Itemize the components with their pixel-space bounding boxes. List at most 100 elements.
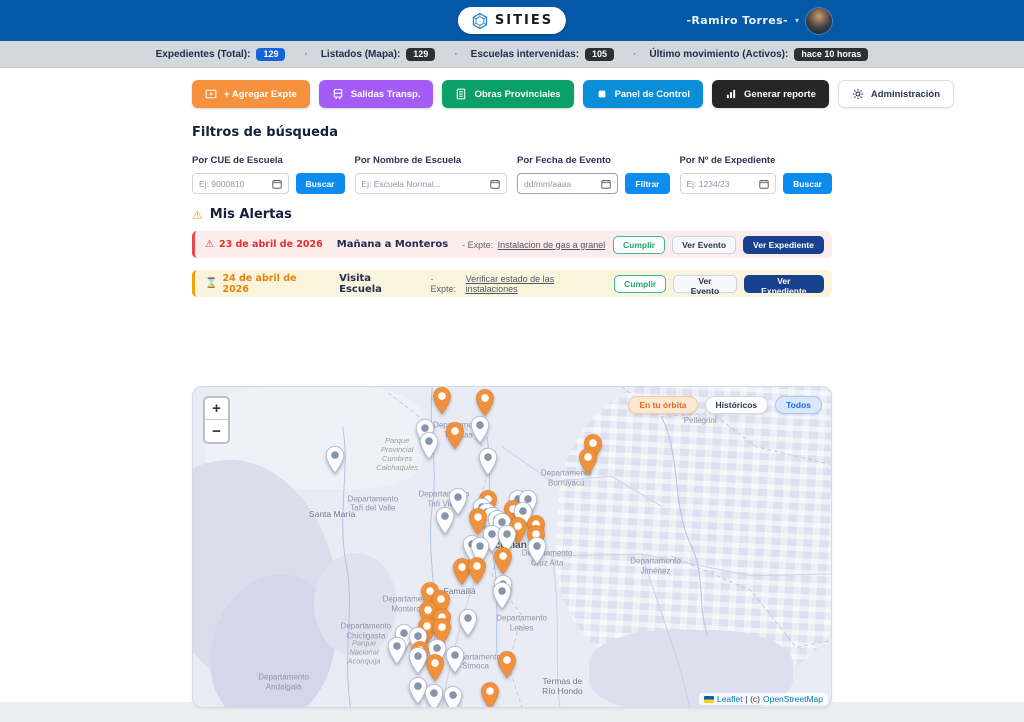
- action-label: + Agregar Expte: [224, 89, 297, 100]
- logo-text: SITIES: [495, 13, 553, 28]
- alert-expte-link[interactable]: Instalacion de gas a granel: [498, 240, 606, 250]
- alert-expte-link[interactable]: Verificar estado de las instalaciones: [466, 274, 608, 294]
- gear-icon: [852, 88, 864, 100]
- user-name: -Ramiro Torres-: [686, 14, 788, 27]
- map-marker-gray[interactable]: [424, 684, 444, 708]
- zoom-in-button[interactable]: +: [205, 398, 228, 420]
- alert-row: ⌛ 24 de abril de 2026 Visita Escuela - E…: [192, 270, 832, 297]
- map-marker-orange[interactable]: [497, 651, 517, 679]
- map-pill-todos[interactable]: Todos: [775, 396, 822, 414]
- zoom-out-button[interactable]: −: [205, 420, 228, 442]
- filter-input-text[interactable]: [362, 179, 491, 189]
- square-icon: [596, 88, 608, 100]
- ver-evento-button[interactable]: Ver Evento: [673, 275, 736, 293]
- stat-badge: 129: [256, 48, 285, 61]
- chevron-down-icon: ▾: [795, 16, 799, 25]
- sities-logo-icon: [471, 12, 489, 30]
- ukraine-flag-icon: [704, 696, 714, 703]
- user-menu[interactable]: -Ramiro Torres- ▾: [686, 0, 832, 41]
- stats-bar: Expedientes (Total): 129 Listados (Mapa)…: [0, 41, 1024, 68]
- alert-title: Mañana a Monteros: [337, 239, 448, 250]
- map-marker-gray[interactable]: [443, 685, 463, 708]
- action-generar-reporte[interactable]: Generar reporte: [712, 80, 829, 108]
- map-attribution: Leaflet | (c) OpenStreetMap: [699, 693, 828, 705]
- map-marker-orange[interactable]: [432, 387, 452, 415]
- stat-item: Último movimiento (Activos): hace 10 hor…: [649, 48, 868, 61]
- bus-icon: [332, 88, 344, 100]
- buscar-button[interactable]: Buscar: [296, 173, 345, 194]
- action-obras-provinciales[interactable]: Obras Provinciales: [442, 80, 573, 108]
- map[interactable]: PellegriniDepartamento TrancasDepartamen…: [192, 386, 832, 708]
- calendar-icon: [759, 179, 769, 189]
- calendar-icon: [272, 179, 282, 189]
- filter-field: Por CUE de Escuela Buscar: [192, 155, 345, 194]
- warning-icon: ⚠: [205, 239, 214, 250]
- calendar-icon: [490, 179, 500, 189]
- filter-input[interactable]: [517, 173, 618, 194]
- cumplir-button[interactable]: Cumplir: [613, 236, 665, 254]
- osm-link[interactable]: OpenStreetMap: [763, 694, 823, 704]
- filter-input[interactable]: [680, 173, 777, 194]
- alerts-title: ⚠ Mis Alertas: [192, 207, 292, 222]
- map-marker-gray[interactable]: [445, 646, 465, 674]
- action-salidas-transp[interactable]: Salidas Transp.: [319, 80, 434, 108]
- action-label: Generar reporte: [744, 89, 816, 100]
- cumplir-button[interactable]: Cumplir: [614, 275, 666, 293]
- filter-label: Por Nombre de Escuela: [355, 155, 508, 166]
- filter-input-text[interactable]: [687, 179, 760, 189]
- stat-item: Expedientes (Total): 129: [156, 48, 308, 61]
- filters-title: Filtros de búsqueda: [192, 125, 338, 140]
- map-marker-orange[interactable]: [467, 557, 487, 585]
- ver-expediente-button[interactable]: Ver Expediente: [743, 236, 824, 254]
- map-marker-orange[interactable]: [445, 421, 465, 449]
- actions-row: + Agregar Expte Salidas Transp. Obras Pr…: [192, 80, 832, 108]
- action-agregar-expte[interactable]: + Agregar Expte: [192, 80, 310, 108]
- filter-input[interactable]: [355, 173, 508, 194]
- filter-input[interactable]: [192, 173, 289, 194]
- logo[interactable]: SITIES: [458, 7, 566, 34]
- map-pill-hist-ricos[interactable]: Históricos: [705, 396, 769, 414]
- alert-expte-prefix: - Expte:: [462, 240, 493, 250]
- filter-input-text[interactable]: [199, 179, 272, 189]
- map-zoom-control: + −: [203, 396, 230, 444]
- folder-plus-icon: [205, 88, 217, 100]
- buscar-button[interactable]: Buscar: [783, 173, 832, 194]
- map-marker-gray[interactable]: [527, 537, 547, 565]
- map-marker-gray[interactable]: [478, 448, 498, 476]
- ver-expediente-button[interactable]: Ver Expediente: [744, 275, 824, 293]
- leaflet-link[interactable]: Leaflet: [717, 694, 743, 704]
- action-administraci-n[interactable]: Administración: [838, 80, 954, 108]
- ver-evento-button[interactable]: Ver Evento: [672, 236, 736, 254]
- alert-title: Visita Escuela: [339, 273, 416, 295]
- map-filter-pills: En tu órbita Históricos Todos: [628, 396, 822, 414]
- alert-expte-prefix: - Expte:: [430, 274, 461, 294]
- alerts-list: ⚠ 23 de abril de 2026 Mañana a Monteros …: [192, 231, 832, 297]
- map-marker-orange[interactable]: [578, 447, 598, 475]
- stat-item: Escuelas intervenidas: 105: [471, 48, 637, 61]
- header: SITIES -Ramiro Torres- ▾: [0, 0, 1024, 41]
- avatar[interactable]: [806, 8, 832, 34]
- filter-label: Por CUE de Escuela: [192, 155, 345, 166]
- map-marker-gray[interactable]: [325, 445, 345, 473]
- filtrar-button[interactable]: Filtrar: [625, 173, 669, 194]
- alert-row: ⚠ 23 de abril de 2026 Mañana a Monteros …: [192, 231, 832, 258]
- list-icon: [455, 88, 467, 100]
- map-marker-orange[interactable]: [475, 389, 495, 417]
- map-marker-gray[interactable]: [435, 507, 455, 535]
- stat-item: Listados (Mapa): 129: [321, 48, 458, 61]
- map-marker-gray[interactable]: [419, 432, 439, 460]
- map-marker-orange[interactable]: [480, 682, 500, 708]
- map-marker-gray[interactable]: [387, 637, 407, 665]
- map-marker-gray[interactable]: [458, 609, 478, 637]
- alert-date: 23 de abril de 2026: [219, 239, 323, 250]
- map-marker-orange[interactable]: [493, 547, 513, 575]
- map-marker-orange[interactable]: [425, 654, 445, 682]
- filter-input-text[interactable]: [524, 179, 601, 189]
- alerts-title-text: Mis Alertas: [210, 207, 292, 222]
- map-marker-gray[interactable]: [470, 415, 490, 443]
- map-marker-gray[interactable]: [492, 581, 512, 609]
- filter-field: Por Nº de Expediente Buscar: [680, 155, 833, 194]
- stat-badge: 105: [585, 48, 614, 61]
- map-pill-en-tu-rbita[interactable]: En tu órbita: [628, 396, 697, 414]
- action-panel-de-control[interactable]: Panel de Control: [583, 80, 703, 108]
